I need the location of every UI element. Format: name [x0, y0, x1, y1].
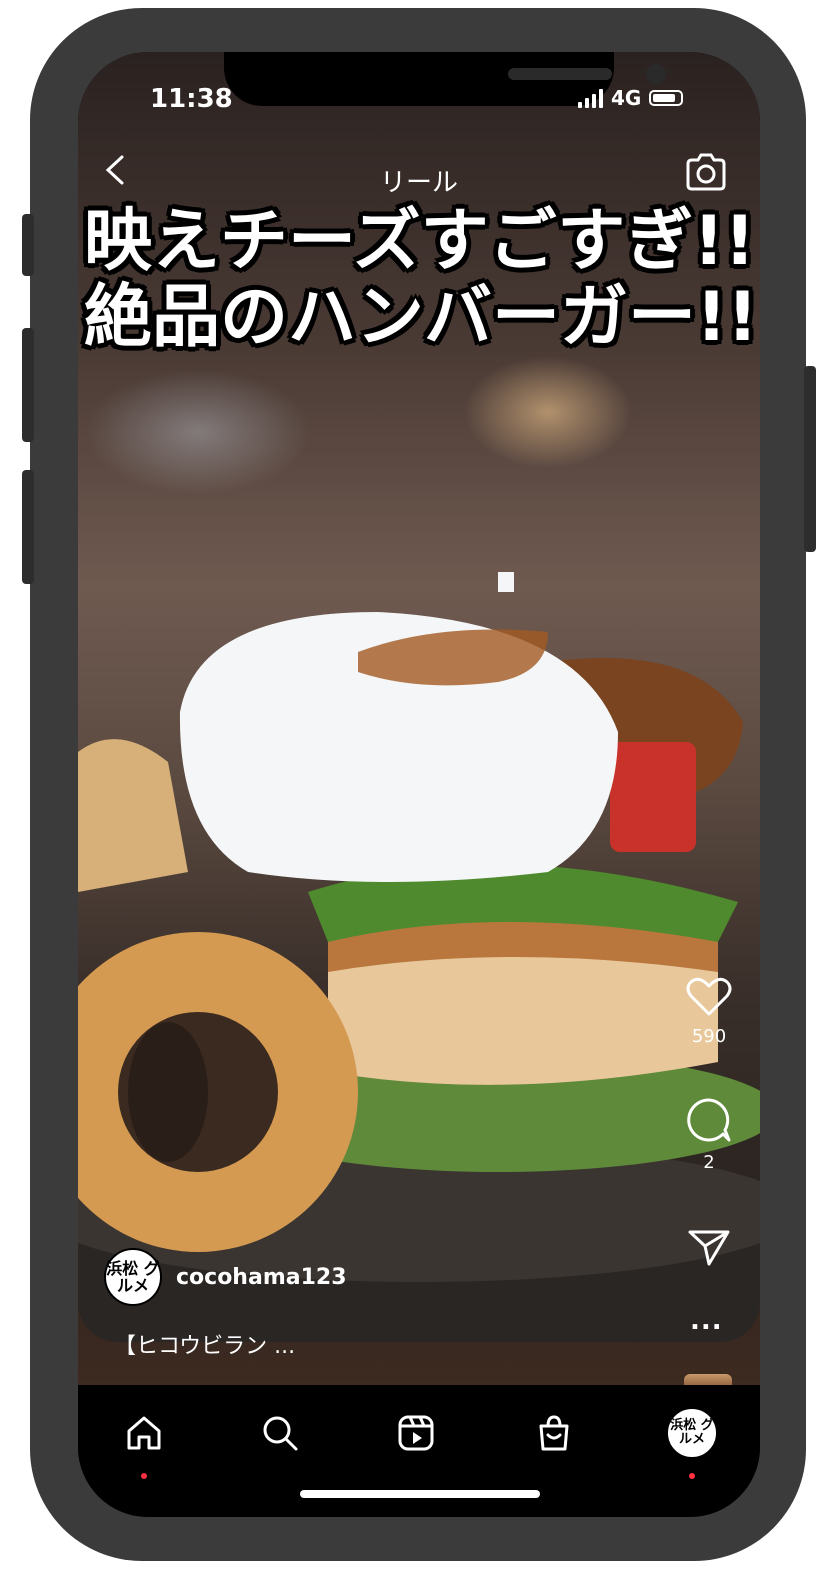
camera-icon [686, 153, 726, 191]
mute-switch [22, 214, 34, 276]
home-icon [127, 1416, 161, 1450]
post-caption[interactable]: 【ヒコウビラン ... [114, 1328, 295, 1360]
caption-overlay: 映えチーズすごすぎ!! 絶品のハンバーガー!! [84, 204, 760, 356]
shop-icon [539, 1415, 569, 1451]
status-time: 11:38 [150, 84, 233, 114]
power-button [804, 366, 816, 552]
comment-button[interactable]: 2 [674, 1096, 744, 1173]
screen: 11:38 4G リール 映えチーズすごすぎ!! 絶品のハンバーガー!! 590… [78, 52, 760, 1517]
volume-up-button [22, 328, 34, 442]
reels-icon [398, 1415, 434, 1451]
status-indicators: 4G [578, 86, 684, 110]
overlay-line-1: 映えチーズすごすぎ!! [84, 202, 756, 281]
post-author[interactable]: 浜松 グルメ cocohama123 [104, 1248, 347, 1306]
profile-avatar: 浜松 グルメ [668, 1409, 716, 1457]
heart-icon [686, 977, 732, 1016]
author-username[interactable]: cocohama123 [176, 1265, 347, 1290]
home-notification-dot [141, 1473, 147, 1479]
nav-search[interactable] [252, 1405, 308, 1461]
profile-notification-dot [689, 1473, 695, 1479]
network-label: 4G [611, 86, 642, 110]
camera-button[interactable] [684, 152, 728, 192]
overlay-line-2: 絶品のハンバーガー!! [84, 278, 759, 357]
nav-home[interactable] [116, 1405, 172, 1479]
author-avatar[interactable]: 浜松 グルメ [104, 1248, 162, 1306]
more-options-button[interactable]: ... [690, 1306, 723, 1336]
home-indicator[interactable] [300, 1490, 540, 1498]
volume-down-button [22, 470, 34, 584]
send-icon [688, 1230, 730, 1266]
search-icon [263, 1416, 298, 1451]
notch [224, 52, 666, 106]
like-button[interactable]: 590 [674, 974, 744, 1047]
like-count: 590 [691, 1026, 727, 1047]
nav-profile[interactable]: 浜松 グルメ [664, 1405, 720, 1479]
speaker [508, 68, 612, 80]
comment-icon [687, 1098, 731, 1142]
battery-icon [649, 90, 684, 106]
comment-count: 2 [703, 1152, 715, 1173]
share-button[interactable] [674, 1228, 744, 1272]
signal-icon [578, 88, 603, 108]
nav-shop[interactable] [526, 1405, 582, 1461]
front-camera [646, 64, 666, 84]
page-title: リール [379, 168, 458, 198]
nav-reels[interactable] [388, 1405, 444, 1461]
